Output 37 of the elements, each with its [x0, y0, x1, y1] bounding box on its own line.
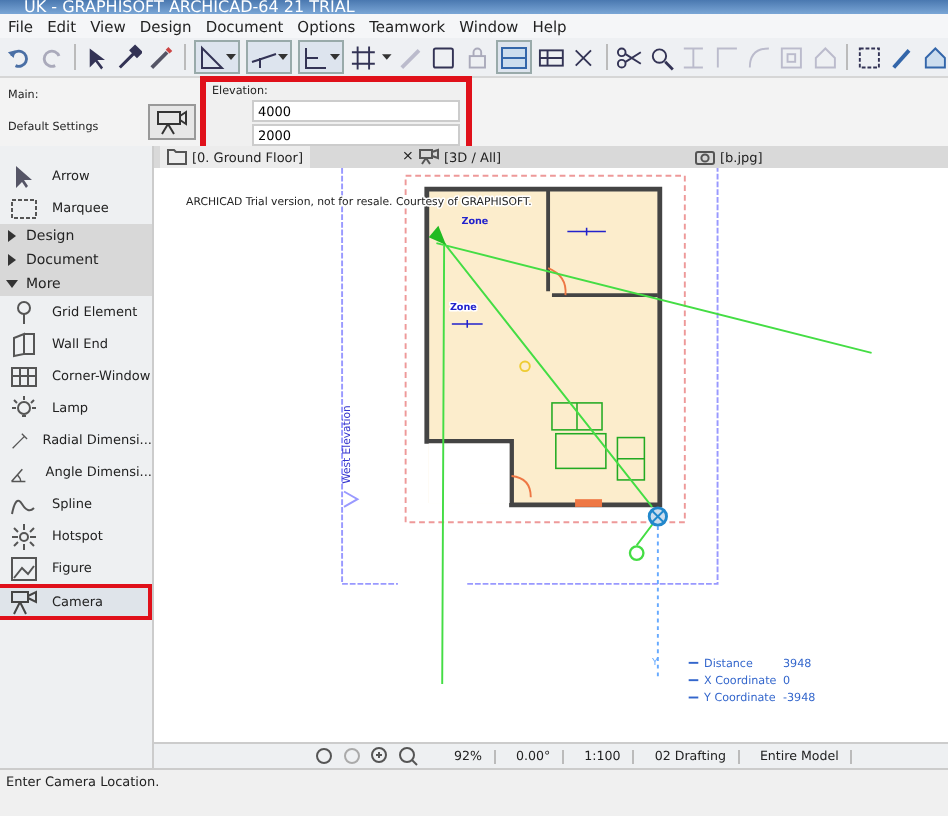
zoom-in-icon[interactable] [370, 746, 390, 767]
lamp-icon [10, 395, 38, 421]
angle-icon [301, 43, 330, 71]
floor-plan-icon [166, 148, 188, 166]
window-title: UK - GRAPHISOFT ARCHICAD-64 21 TRIAL [24, 0, 355, 14]
elevation-marker-icon [343, 489, 360, 508]
magnifier-icon[interactable] [647, 43, 675, 71]
rectangle-icon[interactable] [430, 43, 458, 71]
snap-dropdown[interactable] [245, 40, 292, 74]
camera-icon [418, 148, 440, 166]
caret-icon [225, 54, 236, 60]
sun-icon [10, 523, 38, 549]
window-grid-icon [10, 363, 38, 389]
dashed-rectangle-icon [10, 195, 38, 221]
scissors-icon[interactable] [615, 43, 642, 71]
camera-marker-icon [647, 505, 668, 526]
brush-icon[interactable] [888, 43, 916, 71]
wall-end-icon [10, 331, 38, 357]
photo-camera-icon [694, 148, 716, 166]
triangle-ruler-icon [197, 43, 226, 71]
camera-icon [156, 109, 188, 135]
camera-icon [10, 589, 38, 615]
angle-dropdown[interactable] [297, 40, 344, 74]
guide-dropdown[interactable] [193, 40, 240, 74]
house-icon[interactable] [921, 43, 948, 71]
view-button[interactable] [495, 40, 532, 74]
fit-zoom-icon[interactable] [398, 746, 418, 767]
table-icon[interactable] [537, 43, 565, 71]
grid-select-icon[interactable] [856, 43, 883, 71]
undo-zoom-icon[interactable] [314, 746, 334, 767]
grid-icon[interactable] [349, 43, 377, 71]
caret-icon [277, 54, 288, 60]
caret-icon[interactable] [382, 54, 392, 60]
caret-icon [329, 54, 340, 60]
image-icon [10, 555, 38, 581]
camera-settings-button[interactable] [148, 104, 196, 140]
layout-icon [499, 43, 528, 71]
